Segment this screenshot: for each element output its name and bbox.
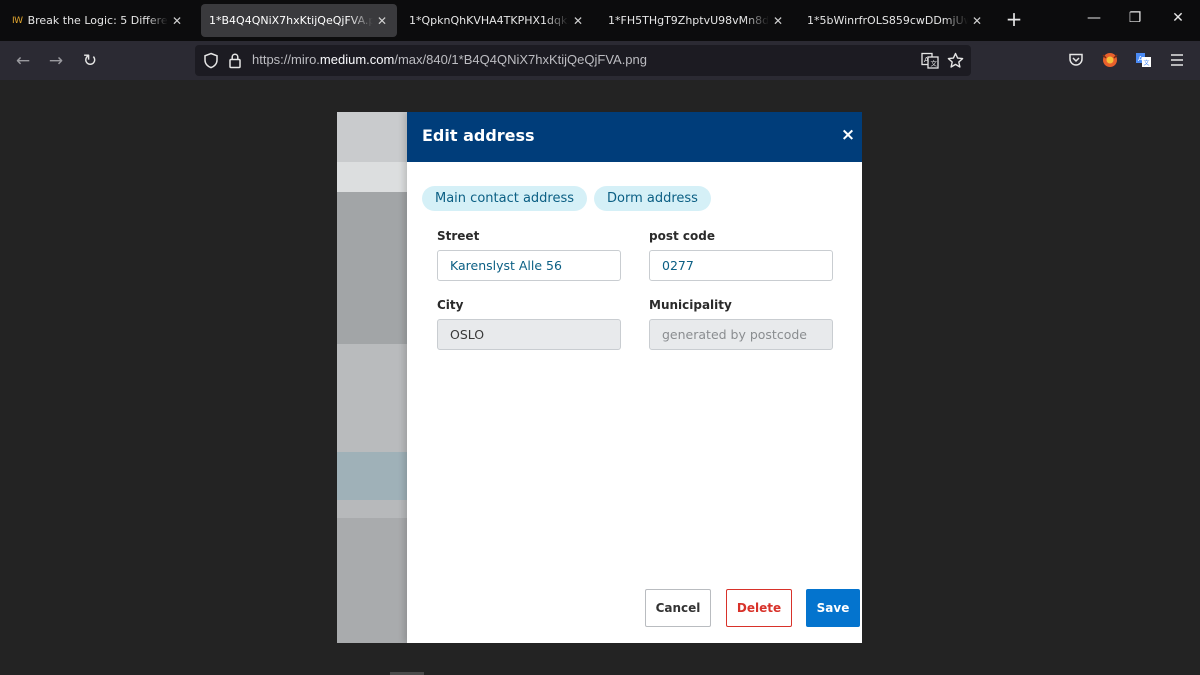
close-icon[interactable]: × — [840, 125, 856, 145]
tab-image-2[interactable]: 1*QpknQhKVHA4TKPHX1dqk2w.png ✕ — [401, 4, 593, 37]
background-stripe — [337, 112, 407, 162]
restore-icon[interactable]: ❐ — [1125, 10, 1145, 26]
forward-icon[interactable]: → — [45, 50, 67, 72]
tab-dorm-address[interactable]: Dorm address — [594, 186, 711, 211]
save-button[interactable]: Save — [806, 589, 860, 627]
back-icon[interactable]: ← — [12, 50, 34, 72]
address-bar[interactable]: https://miro.medium.com/max/840/1*B4Q4QN… — [195, 45, 971, 76]
cancel-button[interactable]: Cancel — [645, 589, 711, 627]
post-code-input[interactable]: 0277 — [649, 250, 833, 281]
svg-text:A: A — [1138, 55, 1143, 63]
tab-favicon: IW — [12, 15, 23, 26]
tab-image-4[interactable]: 1*5bWinrfrOLS859cwDDmjUw.png ✕ — [799, 4, 992, 37]
background-stripe — [337, 344, 407, 452]
street-label: Street — [437, 229, 480, 243]
background-stripe — [337, 162, 407, 192]
delete-button[interactable]: Delete — [726, 589, 792, 627]
municipality-field: generated by postcode — [649, 319, 833, 350]
new-tab-button[interactable]: + — [1003, 8, 1025, 32]
tab-strip: IW Break the Logic: 5 Different Pl ✕ 1*B… — [0, 0, 1200, 41]
close-icon[interactable]: ✕ — [170, 14, 184, 28]
post-code-label: post code — [649, 229, 715, 243]
close-icon[interactable]: ✕ — [375, 14, 389, 28]
extension-icon[interactable] — [1101, 51, 1119, 69]
city-field: OSLO — [437, 319, 621, 350]
translate-icon[interactable]: A 文 — [921, 52, 939, 69]
city-label: City — [437, 298, 464, 312]
tab-break-the-logic[interactable]: IW Break the Logic: 5 Different Pl ✕ — [4, 4, 192, 37]
translate-extension-icon[interactable]: A 文 — [1135, 52, 1152, 68]
close-icon[interactable]: ✕ — [571, 14, 585, 28]
background-stripe — [337, 518, 407, 643]
url-path: /max/840/1*B4Q4QNiX7hxKtijQeQjFVA.png — [394, 52, 647, 67]
tab-image-3[interactable]: 1*FH5THgT9ZhptvU98vMn8dw.png ✕ — [600, 4, 793, 37]
image-viewport: Edit address × Main contact address Dorm… — [337, 112, 862, 643]
lock-icon[interactable] — [228, 52, 242, 69]
tab-title: 1*FH5THgT9ZhptvU98vMn8dw.png — [608, 14, 769, 27]
shield-icon[interactable] — [203, 52, 219, 69]
url-text[interactable]: https://miro.medium.com/max/840/1*B4Q4QN… — [252, 52, 647, 67]
url-prefix: https://miro. — [252, 52, 320, 67]
close-icon[interactable]: ✕ — [771, 14, 785, 28]
tab-main-contact-address[interactable]: Main contact address — [422, 186, 588, 211]
tab-title: 1*QpknQhKVHA4TKPHX1dqk2w.png — [409, 14, 569, 27]
svg-text:A: A — [924, 56, 929, 64]
tab-title: 1*B4Q4QNiX7hxKtijQeQjFVA.png — [209, 14, 373, 27]
navigation-toolbar: ← → ↻ https://miro.medium.com/max/840/1*… — [0, 41, 1200, 80]
reload-icon[interactable]: ↻ — [79, 50, 101, 72]
pocket-icon[interactable] — [1068, 52, 1084, 68]
svg-text:文: 文 — [1144, 59, 1150, 67]
modal-title: Edit address — [422, 126, 535, 145]
minimize-icon[interactable]: — — [1084, 10, 1104, 26]
window-close-icon[interactable]: ✕ — [1168, 10, 1188, 26]
svg-text:文: 文 — [931, 59, 938, 68]
url-domain: medium.com — [319, 52, 395, 67]
street-input[interactable]: Karenslyst Alle 56 — [437, 250, 621, 281]
close-icon[interactable]: ✕ — [970, 14, 984, 28]
tab-active-image[interactable]: 1*B4Q4QNiX7hxKtijQeQjFVA.png ✕ — [201, 4, 397, 37]
background-stripe — [337, 452, 407, 500]
menu-icon[interactable] — [1169, 53, 1185, 67]
municipality-label: Municipality — [649, 298, 732, 312]
tab-title: Break the Logic: 5 Different Pl — [27, 14, 168, 27]
edit-address-modal: Edit address × Main contact address Dorm… — [407, 112, 862, 643]
background-stripe — [337, 192, 407, 344]
background-stripe — [337, 500, 407, 518]
tab-title: 1*5bWinrfrOLS859cwDDmjUw.png — [807, 14, 968, 27]
modal-header: Edit address × — [407, 112, 862, 162]
star-icon[interactable] — [947, 52, 964, 69]
